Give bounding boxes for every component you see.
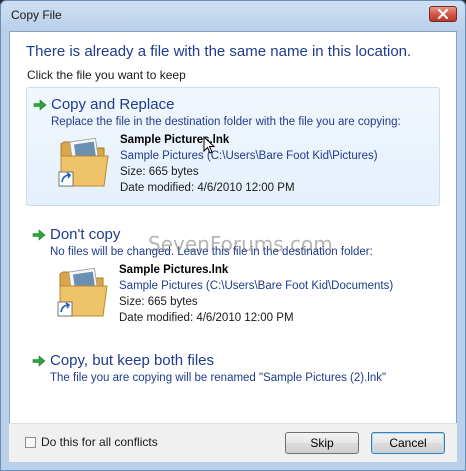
file-date-modified: Date modified: 4/6/2010 12:00 PM bbox=[120, 182, 295, 194]
option-description: The file you are copying will be renamed… bbox=[50, 372, 387, 384]
dialog-subheading: Click the file you want to keep bbox=[27, 68, 186, 82]
destination-file-info: Sample Pictures.lnk Sample Pictures (C:\… bbox=[57, 262, 417, 332]
copy-and-replace-option[interactable]: Copy and Replace Replace the file in the… bbox=[26, 87, 440, 206]
green-arrow-icon bbox=[32, 229, 46, 241]
window-title: Copy File bbox=[11, 8, 62, 22]
file-date-modified: Date modified: 4/6/2010 12:00 PM bbox=[119, 312, 294, 324]
source-file-info: Sample Pictures.lnk Sample Pictures (C:\… bbox=[58, 132, 418, 202]
file-size: Size: 665 bytes bbox=[120, 166, 199, 178]
keep-both-files-option[interactable]: Copy, but keep both files The file you a… bbox=[26, 344, 440, 392]
close-button[interactable] bbox=[429, 6, 457, 22]
option-title: Copy and Replace bbox=[51, 96, 175, 113]
apply-to-all-checkbox[interactable]: Do this for all conflicts bbox=[25, 435, 158, 449]
folder-shortcut-icon bbox=[57, 267, 108, 317]
file-path: Sample Pictures (C:\Users\Bare Foot Kid\… bbox=[120, 150, 378, 162]
file-path: Sample Pictures (C:\Users\Bare Foot Kid\… bbox=[119, 280, 394, 292]
green-arrow-icon bbox=[33, 99, 47, 111]
dialog-footer: Do this for all conflicts Skip Cancel bbox=[9, 423, 457, 462]
option-description: Replace the file in the destination fold… bbox=[51, 116, 401, 128]
option-title: Don't copy bbox=[50, 226, 121, 243]
file-name: Sample Pictures.lnk bbox=[119, 264, 229, 276]
dialog-heading: There is already a file with the same na… bbox=[26, 43, 412, 60]
cancel-button[interactable]: Cancel bbox=[371, 432, 445, 454]
close-icon bbox=[438, 9, 448, 19]
option-title: Copy, but keep both files bbox=[50, 352, 214, 369]
file-size: Size: 665 bytes bbox=[119, 296, 198, 308]
green-arrow-icon bbox=[32, 355, 46, 367]
file-name: Sample Pictures.lnk bbox=[120, 134, 230, 146]
checkbox-box[interactable] bbox=[25, 436, 36, 448]
copy-file-dialog: Copy File There is already a file with t… bbox=[0, 0, 466, 471]
skip-button[interactable]: Skip bbox=[285, 432, 359, 454]
mouse-cursor-icon bbox=[203, 136, 215, 154]
watermark: SevenForums.com bbox=[148, 232, 333, 256]
folder-shortcut-icon bbox=[58, 137, 109, 187]
checkbox-label: Do this for all conflicts bbox=[41, 435, 158, 449]
dialog-content: There is already a file with the same na… bbox=[9, 31, 457, 462]
title-bar[interactable]: Copy File bbox=[1, 1, 465, 31]
